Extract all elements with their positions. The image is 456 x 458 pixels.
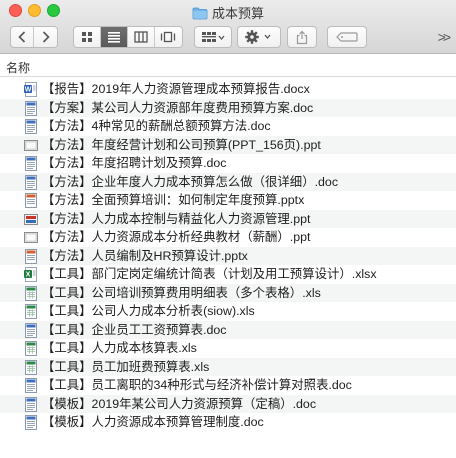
document-icon xyxy=(24,100,38,116)
document-icon xyxy=(24,119,38,134)
share-icon xyxy=(296,30,308,44)
document-icon xyxy=(24,378,38,393)
document-icon xyxy=(24,322,38,338)
view-mode-segment xyxy=(73,26,183,48)
file-name: 【方法】人员编制及HR预算设计.pptx xyxy=(42,248,248,263)
back-button[interactable] xyxy=(11,27,35,47)
file-row[interactable]: 【方法】年度经营计划和公司预算(PPT_156页).ppt xyxy=(0,135,456,154)
file-row[interactable]: 【方法】人员编制及HR预算设计.pptx xyxy=(0,246,456,265)
cover-flow-button[interactable] xyxy=(154,27,182,47)
file-name: 【方法】年度经营计划和公司预算(PPT_156页).ppt xyxy=(42,137,321,152)
file-name: 【模板】人力资源成本预算管理制度.doc xyxy=(42,415,264,429)
group-icon xyxy=(202,32,225,42)
presentation-icon xyxy=(24,138,38,153)
file-name: 【模板】2019年某公司人力资源预算（定稿）.doc xyxy=(42,396,317,411)
tags-button[interactable] xyxy=(327,26,367,48)
title-bar: 成本预算 xyxy=(0,0,456,22)
file-row[interactable]: 【方法】全面预算培训：如何制定年度预算.pptx xyxy=(0,191,456,210)
file-name: 【方法】企业年度人力成本预算怎么做（很详细）.doc xyxy=(42,174,339,189)
icon-view-icon xyxy=(81,32,92,42)
document-icon xyxy=(24,415,38,430)
document-icon xyxy=(24,174,38,190)
file-row[interactable]: 【工具】员工离职的34种形式与经济补偿计算对照表.doc xyxy=(0,376,456,395)
file-name: 【工具】企业员工工资预算表.doc xyxy=(42,322,227,337)
file-name: 【方法】人力资源成本分析经典教材（薪酬）.ppt xyxy=(42,230,311,244)
document-icon xyxy=(24,156,38,171)
action-button[interactable] xyxy=(237,26,281,48)
presentation-icon xyxy=(24,248,38,264)
column-header[interactable]: 名称 xyxy=(0,55,456,77)
column-view-icon xyxy=(134,31,148,43)
file-row[interactable]: W 【报告】2019年人力资源管理成本预算报告.docx xyxy=(0,80,456,99)
icon-view-button[interactable] xyxy=(74,27,101,47)
file-row[interactable]: 【模板】人力资源成本预算管理制度.doc xyxy=(0,413,456,432)
share-button[interactable] xyxy=(287,26,317,48)
file-row[interactable]: 【方法】人力资源成本分析经典教材（薪酬）.ppt xyxy=(0,228,456,247)
list-view-icon xyxy=(107,32,120,43)
file-name: 【工具】部门定岗定编统计简表（计划及用工预算设计）.xlsx xyxy=(42,267,377,281)
nav-buttons xyxy=(10,26,58,48)
file-name: 【工具】人力成本核算表.xls xyxy=(42,341,197,355)
gear-icon xyxy=(245,30,271,44)
spreadsheet-icon xyxy=(24,359,38,375)
spreadsheet-icon xyxy=(24,341,38,356)
spreadsheet-icon xyxy=(24,304,38,319)
file-name: 【方案】某公司人力资源部年度费用预算方案.doc xyxy=(42,100,314,115)
file-list: W 【报告】2019年人力资源管理成本预算报告.docx 【方案】某公司人力资源部年… xyxy=(0,80,456,432)
file-name: 【方法】人力成本控制与精益化人力资源管理.ppt xyxy=(42,211,311,226)
file-name: 【工具】公司培训预算费用明细表（多个表格）.xls xyxy=(42,285,321,300)
column-view-button[interactable] xyxy=(128,27,155,47)
cover-flow-icon xyxy=(161,31,176,43)
presentation-icon xyxy=(24,230,38,245)
chevron-right-icon xyxy=(42,31,50,43)
list-view-button[interactable] xyxy=(100,27,129,47)
file-row[interactable]: 【方法】企业年度人力成本预算怎么做（很详细）.doc xyxy=(0,172,456,191)
folder-icon xyxy=(192,7,208,23)
file-row[interactable]: 【工具】人力成本核算表.xls xyxy=(0,339,456,358)
spreadsheet-icon xyxy=(24,285,38,301)
more-icon[interactable]: >> xyxy=(438,29,451,45)
file-row[interactable]: 【工具】员工加班费预算表.xls xyxy=(0,357,456,376)
forward-button[interactable] xyxy=(34,27,57,47)
chevron-left-icon xyxy=(18,31,26,43)
finder-window: 成本预算 >> 名称 W 【报告】2019年人力资源管理成本预算报告.docx … xyxy=(0,0,456,458)
file-row[interactable]: 【模板】2019年某公司人力资源预算（定稿）.doc xyxy=(0,394,456,413)
file-name: 【方法】4种常见的薪酬总额预算方法.doc xyxy=(42,119,271,133)
file-row[interactable]: 【方案】某公司人力资源部年度费用预算方案.doc xyxy=(0,98,456,117)
group-button[interactable] xyxy=(194,26,232,48)
file-name: 【报告】2019年人力资源管理成本预算报告.docx xyxy=(42,82,310,96)
excel-spreadsheet-icon: X xyxy=(24,267,38,282)
file-row[interactable]: 【方法】年度招聘计划及预算.doc xyxy=(0,154,456,173)
file-row[interactable]: 【方法】人力成本控制与精益化人力资源管理.ppt xyxy=(0,209,456,228)
file-name: 【工具】公司人力成本分析表(siow).xls xyxy=(42,304,255,318)
window-title: 成本预算 xyxy=(0,3,456,23)
file-name: 【方法】年度招聘计划及预算.doc xyxy=(42,156,227,170)
svg-text:X: X xyxy=(26,272,31,279)
window-title-text: 成本预算 xyxy=(211,6,264,21)
document-icon xyxy=(24,396,38,412)
presentation-icon xyxy=(24,212,38,227)
toolbar: >> xyxy=(0,22,456,54)
tag-icon xyxy=(336,32,358,42)
file-row[interactable]: 【工具】公司培训预算费用明细表（多个表格）.xls xyxy=(0,283,456,302)
word-document-icon: W xyxy=(24,82,38,97)
file-name: 【工具】员工加班费预算表.xls xyxy=(42,359,210,374)
file-row[interactable]: X 【工具】部门定岗定编统计简表（计划及用工预算设计）.xlsx xyxy=(0,265,456,284)
file-row[interactable]: 【方法】4种常见的薪酬总额预算方法.doc xyxy=(0,117,456,136)
svg-text:W: W xyxy=(25,87,32,94)
file-row[interactable]: 【工具】企业员工工资预算表.doc xyxy=(0,320,456,339)
presentation-icon xyxy=(24,193,38,208)
file-name: 【方法】全面预算培训：如何制定年度预算.pptx xyxy=(42,193,305,207)
name-column-header[interactable]: 名称 xyxy=(6,59,30,76)
file-name: 【工具】员工离职的34种形式与经济补偿计算对照表.doc xyxy=(42,378,352,392)
file-row[interactable]: 【工具】公司人力成本分析表(siow).xls xyxy=(0,302,456,321)
